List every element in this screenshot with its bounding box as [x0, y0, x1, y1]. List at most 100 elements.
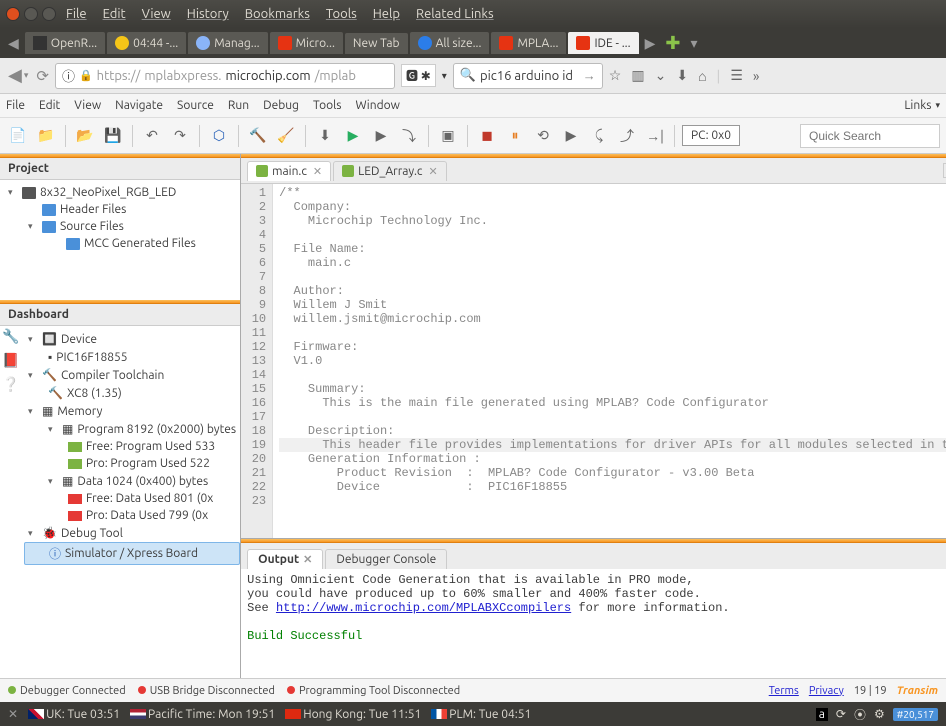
browser-tab[interactable]: Manag...: [188, 32, 267, 54]
privacy-link[interactable]: Privacy: [809, 685, 844, 697]
browser-tab[interactable]: All size...: [410, 32, 490, 54]
pocket-icon[interactable]: ⌄: [655, 67, 667, 84]
program-free[interactable]: Free: Program Used 533: [24, 438, 240, 455]
program-memory-node[interactable]: ▾▦Program 8192 (0x2000) bytes: [24, 420, 240, 438]
run-button[interactable]: ▶: [341, 124, 365, 148]
data-pro[interactable]: Pro: Data Used 799 (0x: [24, 507, 240, 524]
ide-links-dropdown-icon[interactable]: ▾: [935, 100, 940, 111]
step-over-button[interactable]: ⤵: [397, 124, 421, 148]
build-button[interactable]: 🔨: [246, 124, 270, 148]
tray-settings-icon[interactable]: ⚙: [874, 707, 885, 721]
search-engine-dropdown-icon[interactable]: ▾: [442, 70, 447, 82]
window-close-button[interactable]: [6, 7, 20, 21]
window-minimize-button[interactable]: [24, 7, 38, 21]
open-button[interactable]: 📂: [73, 124, 97, 148]
ide-menu-edit[interactable]: Edit: [39, 99, 60, 112]
ide-menu-window[interactable]: Window: [355, 99, 399, 112]
redo-button[interactable]: ↷: [168, 124, 192, 148]
editor-tab-main[interactable]: main.c✕: [247, 161, 331, 181]
back-button[interactable]: ◀: [8, 65, 22, 86]
tab-dropdown-icon[interactable]: ▾: [686, 35, 701, 52]
project-root[interactable]: ▾8x32_NeoPixel_RGB_LED: [0, 184, 240, 201]
browser-tab[interactable]: OpenR...: [25, 32, 105, 54]
tab-scroll-right-icon[interactable]: ▶: [641, 35, 660, 52]
tab-scroll-left-icon[interactable]: ◀: [4, 35, 23, 52]
simulator-node[interactable]: ⓘSimulator / Xpress Board: [24, 542, 240, 565]
ide-menu-file[interactable]: File: [6, 99, 25, 112]
data-free[interactable]: Free: Data Used 801 (0x: [24, 490, 240, 507]
search-engine-icon[interactable]: 🅶 ✱: [401, 64, 436, 87]
close-indicator-icon[interactable]: ✕: [8, 707, 18, 721]
site-identity-icon[interactable]: ⓘ: [62, 66, 75, 85]
debugger-console-tab[interactable]: Debugger Console: [325, 549, 447, 569]
tray-disc-icon[interactable]: ⦿: [854, 706, 866, 723]
dash-pdf-icon[interactable]: 📕: [2, 352, 20, 370]
save-button[interactable]: 💾: [101, 124, 125, 148]
new-project-button[interactable]: 📁: [34, 124, 58, 148]
reset-button[interactable]: ⟲: [531, 124, 555, 148]
quick-search-input[interactable]: [800, 124, 940, 148]
browser-tab[interactable]: MPLA...: [491, 32, 566, 54]
terms-link[interactable]: Terms: [769, 685, 799, 697]
home-icon[interactable]: ⌂: [698, 68, 706, 84]
url-input[interactable]: ⓘ 🔒 https://mplabxpress.microchip.com/mp…: [55, 63, 395, 89]
step-into-button[interactable]: ⤹: [587, 124, 611, 148]
header-files-node[interactable]: Header Files: [0, 201, 240, 218]
ide-menu-navigate[interactable]: Navigate: [115, 99, 163, 112]
hamburger-icon[interactable]: ☰: [730, 67, 743, 84]
dash-help-icon[interactable]: ❔: [2, 376, 20, 394]
menu-file[interactable]: File: [66, 7, 87, 21]
dash-refresh-icon[interactable]: 🔧: [2, 328, 20, 346]
clean-build-button[interactable]: 🧹: [274, 124, 298, 148]
code-text[interactable]: /** Company: Microchip Technology Inc. F…: [273, 184, 946, 538]
mcc-button[interactable]: ⬡: [207, 124, 231, 148]
reload-button[interactable]: ⟳: [36, 67, 49, 85]
toolchain-node[interactable]: ▾🔨Compiler Toolchain: [24, 366, 240, 384]
menu-edit[interactable]: Edit: [103, 7, 126, 21]
menu-view[interactable]: View: [142, 7, 171, 21]
search-go-icon[interactable]: →: [583, 68, 596, 83]
menu-history[interactable]: History: [187, 7, 229, 21]
search-input[interactable]: 🔍 pic16 arduino id →: [453, 63, 603, 89]
step-out-button[interactable]: ⤴: [615, 124, 639, 148]
menu-related-links[interactable]: Related Links: [416, 7, 494, 21]
back-dropdown-icon[interactable]: ▾: [24, 70, 29, 81]
ide-menu-tools[interactable]: Tools: [313, 99, 342, 112]
menu-help[interactable]: Help: [373, 7, 400, 21]
output-link[interactable]: http://www.microchip.com/MPLABXCcompiler…: [276, 601, 571, 615]
window-maximize-button[interactable]: [42, 7, 56, 21]
overflow-icon[interactable]: »: [753, 68, 760, 84]
data-memory-node[interactable]: ▾▦Data 1024 (0x400) bytes: [24, 472, 240, 490]
new-tab-button[interactable]: ✚: [665, 33, 680, 54]
toolchain-name[interactable]: 🔨XC8 (1.35): [24, 384, 240, 402]
download-button[interactable]: ⬇: [313, 124, 337, 148]
source-files-node[interactable]: ▾Source Files: [0, 218, 240, 235]
continue-button[interactable]: ▶: [559, 124, 583, 148]
pause-button[interactable]: ⏸: [503, 124, 527, 148]
ide-menu-source[interactable]: Source: [177, 99, 214, 112]
undo-button[interactable]: ↶: [140, 124, 164, 148]
output-tab[interactable]: Output✕: [247, 549, 323, 569]
close-icon[interactable]: ✕: [428, 165, 437, 178]
ide-menu-run[interactable]: Run: [228, 99, 249, 112]
close-icon[interactable]: ✕: [313, 165, 322, 178]
download-icon[interactable]: ⬇: [676, 67, 688, 84]
browser-tab-active[interactable]: IDE - ...: [568, 32, 638, 54]
browser-tab[interactable]: New Tab: [345, 33, 408, 54]
breakpoint-button[interactable]: ▣: [436, 124, 460, 148]
stop-button[interactable]: ◼: [475, 124, 499, 148]
browser-tab[interactable]: 04:44 -...: [107, 32, 186, 54]
tray-app-icon[interactable]: a: [816, 708, 828, 721]
ide-links-label[interactable]: Links: [904, 99, 931, 112]
memory-node[interactable]: ▾▦Memory: [24, 402, 240, 420]
browser-tab[interactable]: Micro...: [270, 32, 343, 54]
close-icon[interactable]: ✕: [303, 553, 312, 566]
mcc-files-node[interactable]: MCC Generated Files: [0, 235, 240, 252]
debug-tool-node[interactable]: ▾🐞Debug Tool: [24, 524, 240, 542]
output-console[interactable]: Using Omnicient Code Generation that is …: [241, 569, 946, 678]
tray-sync-icon[interactable]: ⟳: [836, 707, 846, 721]
ide-menu-view[interactable]: View: [74, 99, 101, 112]
editor-tab-led[interactable]: LED_Array.c✕: [333, 161, 447, 181]
ide-menu-debug[interactable]: Debug: [263, 99, 299, 112]
run-to-cursor-button[interactable]: →|: [643, 124, 667, 148]
